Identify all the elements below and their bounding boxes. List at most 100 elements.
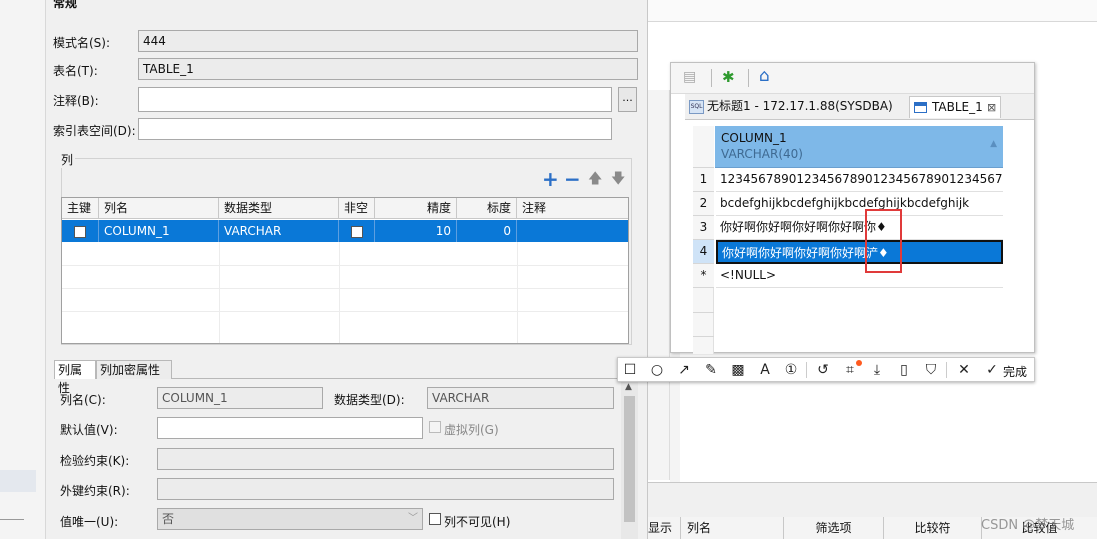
watermark: CSDN @梦天城 [981, 518, 1075, 533]
row-number[interactable]: 2 [693, 192, 714, 216]
colname-field[interactable]: COLUMN_1 [157, 387, 323, 409]
remove-column-icon[interactable]: − [564, 168, 581, 190]
sidebar-selected-item[interactable] [0, 470, 36, 492]
debug-bug-icon[interactable]: ✱ [722, 68, 735, 86]
editor-toolbar: ▤ ✱ ⌂ [671, 63, 1034, 94]
header-data-type[interactable]: 数据类型 [219, 198, 339, 219]
column-1-type: VARCHAR(40) [721, 147, 803, 161]
arrow-tool-icon[interactable]: ↗ [674, 360, 694, 380]
tablespace-field[interactable] [138, 118, 612, 140]
home-icon[interactable]: ⌂ [759, 66, 770, 86]
comment-label: 注释(B): [53, 94, 99, 108]
close-tab-icon[interactable]: ⊠ [987, 97, 996, 118]
move-up-icon[interactable]: 🡅 [588, 168, 602, 190]
header-colname[interactable]: 列名 [681, 517, 784, 539]
download-icon[interactable]: ⤓ [867, 360, 887, 380]
result-cell-selected[interactable]: 你好啊你好啊你好啊你好啊浐♦ [716, 240, 1003, 264]
row-number[interactable]: 4 [693, 240, 714, 264]
comment-browse-button[interactable]: ... [618, 87, 637, 112]
row-number[interactable]: 3 [693, 216, 714, 240]
tab-column-properties[interactable]: 列属性 [54, 360, 96, 395]
scroll-up-icon[interactable]: ▲ [625, 382, 632, 392]
unique-label: 值唯一(U): [60, 515, 119, 529]
dtype-field[interactable]: VARCHAR [427, 387, 614, 409]
schema-field[interactable]: 444 [138, 30, 638, 52]
grid-col-line [219, 242, 220, 343]
table-properties-dialog: 常规 模式名(S): 444 表名(T): TABLE_1 注释(B): ...… [46, 0, 648, 539]
not-null-checkbox-cell[interactable] [339, 220, 375, 242]
fk-constraint-field[interactable] [157, 478, 614, 500]
toolbar-divider [946, 362, 947, 378]
default-label: 默认值(V): [60, 423, 118, 437]
header-precision[interactable]: 精度 [375, 198, 457, 219]
check-icon[interactable]: ✓ [982, 360, 1002, 380]
paste-icon[interactable]: ▤ [683, 69, 696, 85]
invisible-checkbox[interactable] [429, 513, 441, 525]
ellipse-tool-icon[interactable]: ○ [647, 360, 667, 380]
colname-label: 列名(C): [60, 393, 106, 407]
notification-dot [856, 360, 862, 366]
number-tool-icon[interactable]: ① [781, 360, 801, 380]
fk-constraint-label: 外键约束(R): [60, 484, 130, 498]
result-cell[interactable]: 你好啊你好啊你好啊你好啊你♦ [716, 216, 1003, 240]
table-name-label: 表名(T): [53, 64, 98, 78]
row-line [693, 312, 714, 313]
cell-column-name[interactable]: COLUMN_1 [99, 220, 219, 242]
tab-column-encryption[interactable]: 列加密属性 [96, 360, 172, 379]
tab-table-1[interactable]: TABLE_1 ⊠ [909, 96, 1001, 118]
text-tool-icon[interactable]: A [755, 360, 775, 380]
header-scale[interactable]: 标度 [457, 198, 517, 219]
check-constraint-label: 检验约束(K): [60, 454, 130, 468]
pen-tool-icon[interactable]: ✎ [701, 360, 721, 380]
comment-field[interactable] [138, 87, 612, 112]
cell-comment[interactable] [517, 220, 628, 242]
cell-precision[interactable]: 10 [375, 220, 457, 242]
tablespace-label: 索引表空间(D): [53, 124, 136, 138]
rectangle-tool-icon[interactable]: ☐ [620, 360, 640, 380]
header-not-null[interactable]: 非空 [339, 198, 375, 219]
row-line [693, 336, 714, 337]
virtual-label: 虚拟列(G) [444, 423, 499, 437]
close-icon[interactable]: ✕ [954, 360, 974, 380]
grid-col-line [517, 242, 518, 343]
default-field[interactable] [157, 417, 423, 439]
done-button[interactable]: 完成 [1003, 363, 1027, 380]
mosaic-tool-icon[interactable]: ▩ [728, 360, 748, 380]
header-display[interactable]: 显示 [648, 517, 681, 539]
row-number[interactable]: 1 [693, 168, 714, 192]
header-column-name[interactable]: 列名 [99, 198, 219, 219]
not-null-checkbox[interactable] [350, 225, 363, 238]
check-constraint-field[interactable] [157, 448, 614, 470]
result-cell[interactable]: 1234567890123456789012345678901234567890 [716, 168, 1003, 192]
virtual-checkbox[interactable] [429, 421, 441, 433]
grid-col-line [339, 242, 340, 343]
row-number[interactable]: * [693, 264, 714, 288]
header-operator[interactable]: 比较符 [884, 517, 982, 539]
result-cell[interactable]: <!NULL> [716, 264, 1003, 288]
tab-untitled-sql[interactable]: SQL 无标题1 - 172.17.1.88(SYSDBA) [687, 96, 909, 118]
unique-select[interactable]: 否 ﹀ [157, 508, 423, 530]
cell-scale[interactable]: 0 [457, 220, 517, 242]
bookmark-icon[interactable]: ⛉ [921, 360, 941, 380]
sort-icon[interactable]: ▲ [990, 139, 997, 149]
table-name-field[interactable]: TABLE_1 [138, 58, 638, 80]
undo-icon[interactable]: ↺ [813, 360, 833, 380]
top-bar [648, 0, 1097, 22]
cell-data-type[interactable]: VARCHAR [219, 220, 339, 242]
table-row[interactable]: COLUMN_1 VARCHAR 10 0 [62, 220, 628, 242]
grid-line [62, 311, 628, 312]
properties-scrollbar[interactable]: ▲ [621, 382, 638, 539]
move-down-icon[interactable]: 🡇 [611, 168, 625, 190]
row-header-corner [693, 126, 714, 168]
add-column-icon[interactable]: + [542, 168, 559, 190]
header-comment[interactable]: 注释 [517, 198, 628, 219]
header-filter[interactable]: 筛选项 [784, 517, 884, 539]
result-cell[interactable]: bcdefghijkbcdefghijkbcdefghijkbcdefghijk [716, 192, 1003, 216]
column-1-header[interactable]: COLUMN_1 VARCHAR(40) ▲ [715, 126, 1003, 168]
pin-icon[interactable]: ▯ [894, 360, 914, 380]
pk-checkbox[interactable] [74, 225, 86, 238]
header-pk[interactable]: 主键 [62, 198, 99, 219]
scrollbar-thumb[interactable] [624, 396, 635, 522]
grid-line [62, 288, 628, 289]
pk-checkbox-cell[interactable] [62, 220, 99, 242]
